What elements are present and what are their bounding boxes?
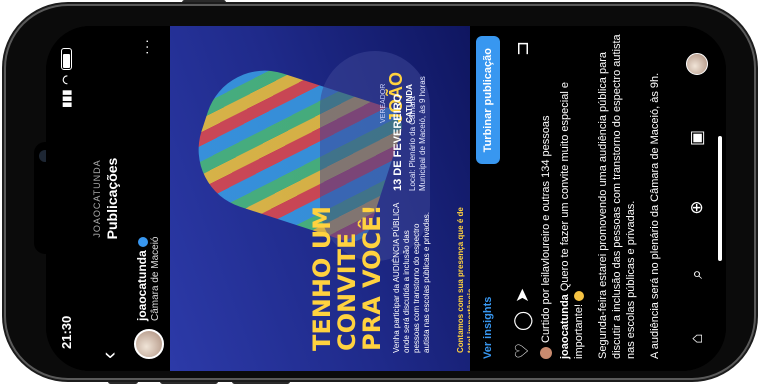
- post-date: 13 DE FEVEREIRO: [392, 93, 404, 191]
- post-place: Local: Plenário da Câmara Municipal de M…: [408, 76, 427, 191]
- battery-icon: [60, 48, 72, 70]
- more-options-icon[interactable]: ···: [138, 38, 154, 55]
- post-body-text: Venha participar da AUDIÊNCIA PÚBLICA on…: [392, 203, 431, 353]
- status-icons: ▮▮▮ ◠: [60, 48, 73, 108]
- post-image[interactable]: VEREADOR JOÃO CATUNDA TENHO UM CONVITE P…: [170, 26, 470, 371]
- home-indicator[interactable]: [718, 136, 722, 261]
- post-location[interactable]: Câmara de Maceió: [150, 237, 161, 321]
- signal-icon: ▮▮▮: [60, 89, 73, 108]
- search-icon[interactable]: ⌕: [687, 269, 707, 279]
- post-header: joaocatunda Câmara de Maceió ···: [130, 26, 168, 371]
- insights-bar: Ver insights Turbinar publicação: [470, 26, 506, 371]
- wifi-icon: ◠: [60, 75, 73, 85]
- header-account: JOAOCATUNDA: [92, 159, 102, 238]
- likes-text[interactable]: Curtido por leilavloureiro e outras 134 …: [540, 34, 553, 359]
- screen: 21:30 ▮▮▮ ◠ ‹ JOAOCATUNDA Publicações jo…: [46, 26, 726, 371]
- heart-icon[interactable]: ♡: [512, 343, 533, 359]
- share-icon[interactable]: ➤: [512, 288, 533, 303]
- header: ‹ JOAOCATUNDA Publicações: [88, 26, 128, 371]
- bottom-nav: ⌂ ⌕ ⊕ ▣: [676, 26, 718, 371]
- reels-icon[interactable]: ▣: [687, 130, 707, 146]
- view-insights-link[interactable]: Ver insights: [482, 297, 494, 359]
- volume-up-button: [160, 379, 218, 384]
- post-username[interactable]: joaocatunda: [135, 237, 149, 321]
- caption-paragraph-2: Segunda-feira estarei promovendo uma aud…: [597, 34, 637, 359]
- liker-avatar: [540, 347, 553, 359]
- page-title: Publicações: [104, 157, 120, 240]
- verified-icon: [137, 237, 148, 248]
- instagram-post-view: 21:30 ▮▮▮ ◠ ‹ JOAOCATUNDA Publicações jo…: [46, 26, 726, 371]
- home-icon[interactable]: ⌂: [687, 333, 707, 343]
- phone-frame: 21:30 ▮▮▮ ◠ ‹ JOAOCATUNDA Publicações jo…: [6, 6, 754, 378]
- post-headline: TENHO UM CONVITE PRA VOCÊ!: [308, 204, 386, 351]
- post-actions: ♡ ◯ ➤ ⊐: [508, 26, 538, 371]
- volume-down-button: [232, 379, 290, 384]
- create-icon[interactable]: ⊕: [687, 201, 707, 215]
- smile-emoji-icon: [574, 290, 585, 301]
- comment-icon[interactable]: ◯: [512, 311, 533, 331]
- profile-avatar[interactable]: [686, 53, 708, 76]
- clock: 21:30: [58, 315, 74, 349]
- bookmark-icon[interactable]: ⊐: [512, 41, 533, 56]
- post-call-text: Contamos com sua presença que é de total…: [456, 207, 470, 353]
- boost-post-button[interactable]: Turbinar publicação: [476, 36, 500, 165]
- mute-switch: [108, 379, 138, 384]
- avatar[interactable]: [134, 329, 164, 359]
- caption: joaocatunda Quero te fazer um convite mu…: [558, 34, 586, 359]
- caption-username[interactable]: joaocatunda: [559, 294, 571, 359]
- caption-paragraph-3: A audiência será no plenário da Câmara d…: [649, 72, 661, 359]
- power-button: [182, 0, 226, 5]
- status-bar: 21:30 ▮▮▮ ◠: [46, 26, 86, 371]
